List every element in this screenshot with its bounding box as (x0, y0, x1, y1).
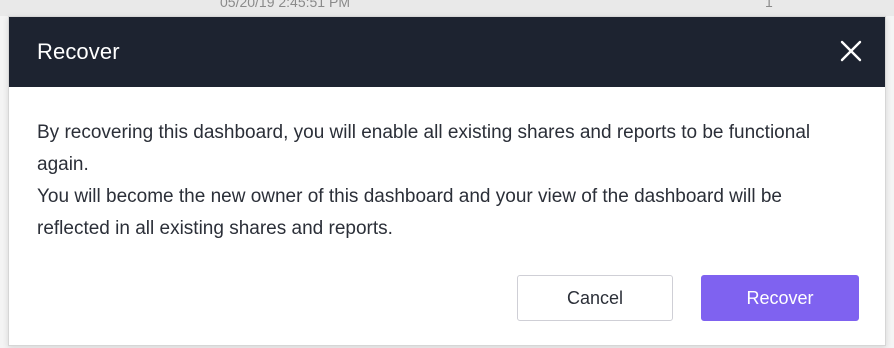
recover-button[interactable]: Recover (701, 275, 859, 321)
background-count: 1 (765, 0, 773, 10)
recover-dialog: Recover By recovering this dashboard, yo… (8, 16, 886, 346)
dialog-message-line2: You will become the new owner of this da… (37, 186, 782, 239)
cancel-button[interactable]: Cancel (517, 275, 673, 321)
dialog-title: Recover (37, 39, 120, 64)
dialog-message-line1: By recovering this dashboard, you will e… (37, 122, 811, 175)
dialog-header: Recover (9, 17, 885, 87)
background-table-row: 05/20/19 2:45:51 PM 1 (0, 0, 894, 16)
close-button[interactable] (837, 37, 865, 65)
background-timestamp: 05/20/19 2:45:51 PM (220, 0, 350, 10)
dialog-footer: Cancel Recover (517, 275, 859, 321)
close-icon (840, 40, 862, 62)
dialog-body: By recovering this dashboard, you will e… (9, 87, 885, 245)
page: 05/20/19 2:45:51 PM 1 Recover By recover… (0, 0, 894, 348)
